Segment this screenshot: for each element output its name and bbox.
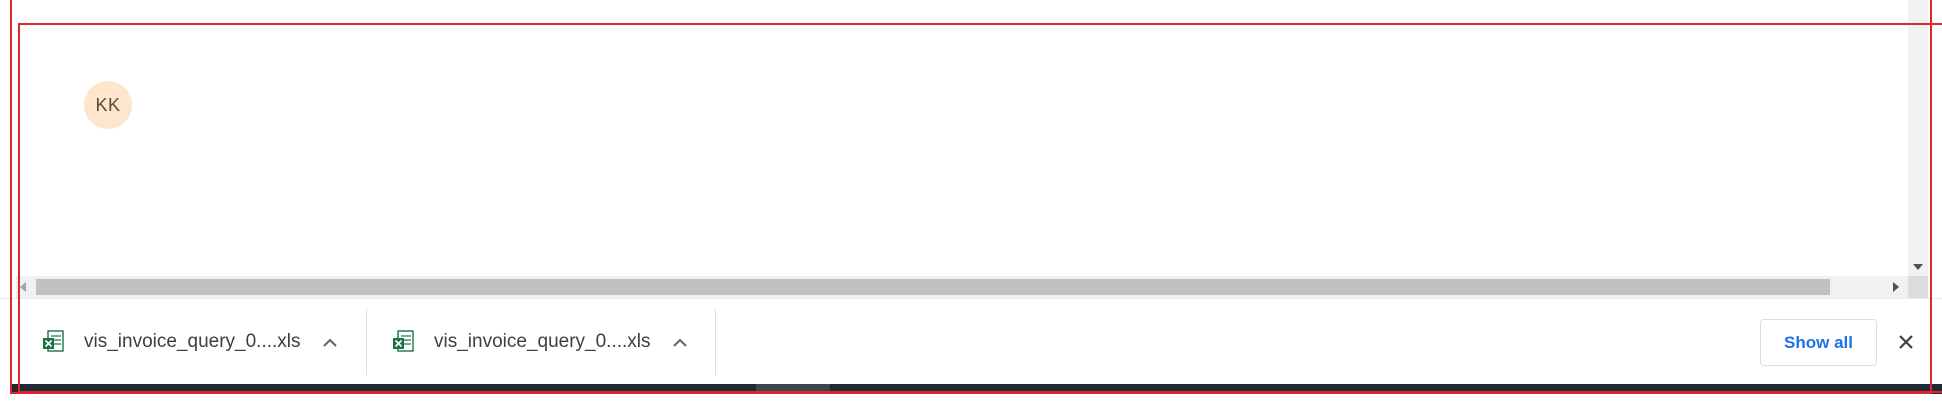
blank-area xyxy=(0,394,1942,420)
annotation-outline xyxy=(18,23,1942,393)
